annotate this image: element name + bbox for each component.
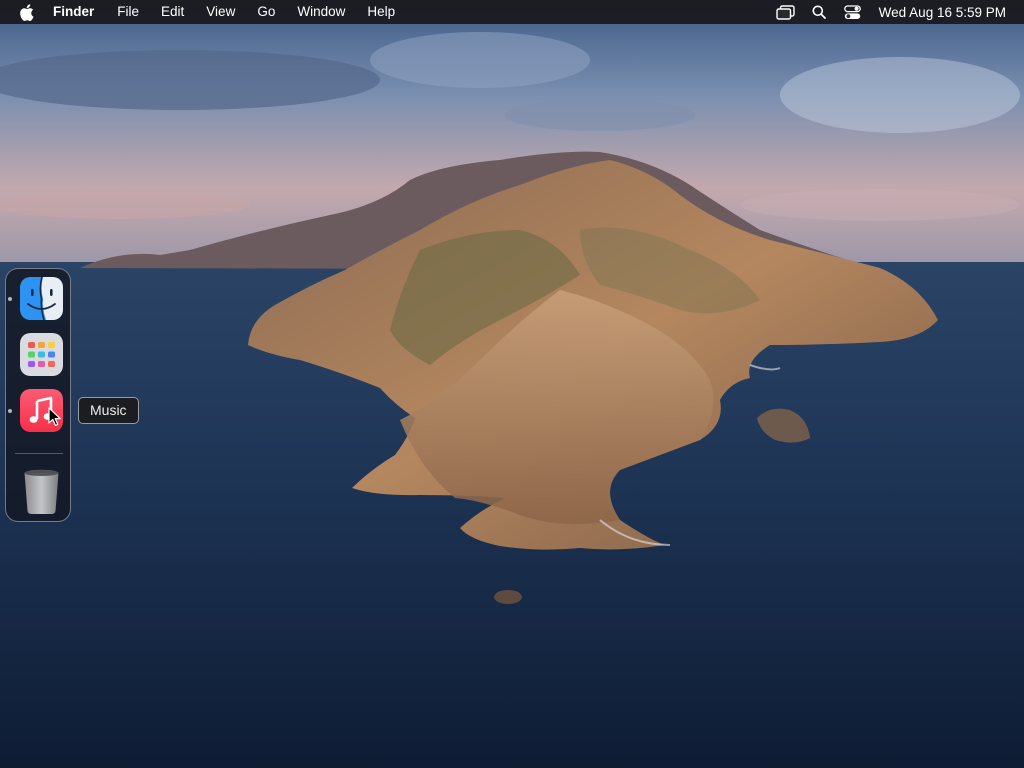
menu-bar: Finder File Edit View Go Window Help Wed… <box>0 0 1024 24</box>
music-running-indicator <box>8 409 12 413</box>
trash-icon <box>24 469 59 514</box>
apple-logo-icon[interactable] <box>19 3 34 21</box>
menu-bar-clock[interactable]: Wed Aug 16 5:59 PM <box>879 5 1006 20</box>
dock-divider <box>15 453 63 454</box>
menu-file[interactable]: File <box>117 0 139 24</box>
control-center-icon[interactable] <box>843 0 861 24</box>
menu-bar-right: Wed Aug 16 5:59 PM <box>775 0 1006 24</box>
finder-icon <box>20 277 63 320</box>
finder-running-indicator <box>8 297 12 301</box>
menu-view[interactable]: View <box>206 0 235 24</box>
menu-app-name-finder[interactable]: Finder <box>53 0 94 24</box>
menu-help[interactable]: Help <box>367 0 395 24</box>
dock-item-launchpad[interactable] <box>20 333 63 376</box>
mouse-cursor-icon <box>48 407 61 426</box>
dock-item-finder[interactable] <box>20 277 63 320</box>
dock-item-trash[interactable] <box>20 467 63 514</box>
menu-go[interactable]: Go <box>257 0 275 24</box>
menu-window[interactable]: Window <box>297 0 345 24</box>
screen-mirroring-icon[interactable] <box>775 0 795 24</box>
desktop[interactable]: Finder File Edit View Go Window Help Wed… <box>0 0 1024 768</box>
desktop-wallpaper <box>0 0 1024 768</box>
dock <box>5 268 71 522</box>
dock-tooltip: Music <box>78 397 139 424</box>
menu-edit[interactable]: Edit <box>161 0 184 24</box>
spotlight-search-icon[interactable] <box>812 0 826 24</box>
launchpad-icon <box>20 333 63 376</box>
menu-bar-left: Finder File Edit View Go Window Help <box>19 0 417 24</box>
